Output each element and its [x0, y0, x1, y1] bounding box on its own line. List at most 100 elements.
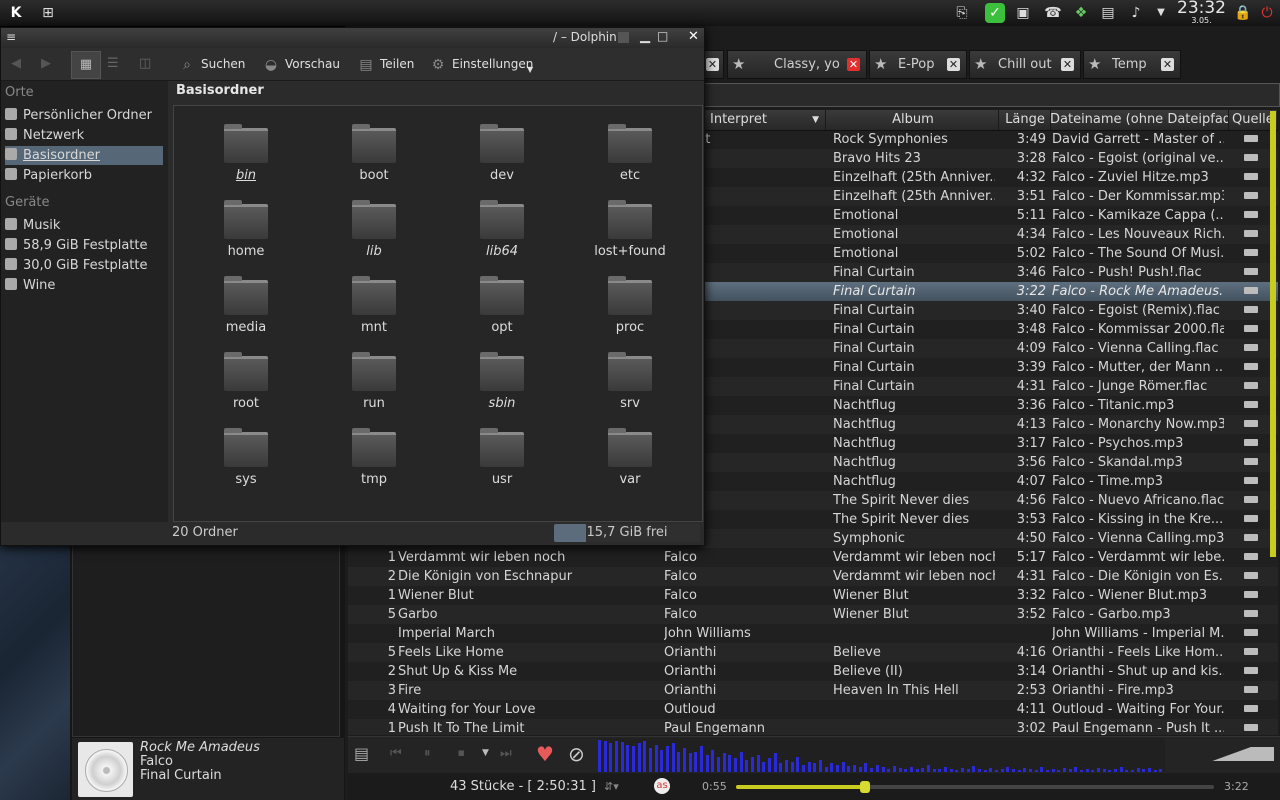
phone-icon[interactable]: ☎ [1043, 3, 1063, 23]
table-row[interactable]: 1 Wiener Blut Falco Wiener Blut 3:32 Falco - … [348, 586, 1278, 605]
device-wine[interactable]: Wine [5, 276, 163, 295]
spectrum-bar [757, 755, 760, 772]
chevron-down-icon[interactable]: ▼ [1151, 3, 1171, 23]
kde-menu-icon[interactable]: K [6, 3, 26, 23]
folder-item[interactable]: mnt [319, 276, 429, 340]
folder-item[interactable]: etc [575, 124, 685, 188]
table-row[interactable]: 1 Verdammt wir leben noch Falco Verdammt wi… [348, 548, 1278, 567]
search-button[interactable]: ⌕ Suchen [179, 48, 245, 80]
place-network[interactable]: Netzwerk [5, 126, 163, 145]
table-row[interactable]: 2 Die Königin von Eschnapur Falco Verdammt … [348, 567, 1278, 586]
place-root[interactable]: Basisordner [5, 146, 163, 165]
playlist-tab-epop[interactable]: ★ E-Pop ✕ [869, 50, 967, 79]
maximize-icon[interactable]: □ [657, 29, 668, 43]
folder-item[interactable]: boot [319, 124, 429, 188]
icons-view-icon[interactable]: ▦ [71, 51, 101, 79]
table-row[interactable]: 5 Garbo Falco Wiener Blut 3:52 Falco - Garbo.… [348, 605, 1278, 624]
dolphin-titlebar[interactable]: ≡ / – Dolphin ▁ □ ✕ [1, 28, 704, 48]
place-trash[interactable]: Papierkorb [5, 166, 163, 185]
volume-slider[interactable] [1174, 747, 1274, 761]
folder-item[interactable]: home [191, 200, 301, 264]
split-view-icon[interactable]: ◫ [139, 56, 151, 71]
table-row[interactable]: 1 Push It To The Limit Paul Engemann 3:02 Pa… [348, 719, 1278, 735]
dropbox-icon[interactable]: ❖ [1071, 3, 1091, 23]
window-list-icon[interactable]: ⊞ [38, 3, 58, 23]
close-icon[interactable]: ✕ [947, 58, 960, 71]
next-icon[interactable]: ⏭ [500, 746, 512, 761]
folder-item[interactable]: root [191, 352, 301, 416]
ban-icon[interactable]: ⊘ [568, 742, 585, 766]
folder-item[interactable]: sys [191, 428, 301, 492]
minimize-icon[interactable]: ▁ [640, 29, 650, 44]
playlist-scrollbar[interactable] [1270, 111, 1276, 557]
folder-item[interactable]: dev [447, 124, 557, 188]
table-row[interactable]: 5 Feels Like Home Orianthi Believe 4:16 Orian… [348, 643, 1278, 662]
close-icon[interactable]: ✕ [847, 58, 860, 71]
folder-item[interactable]: lib [319, 200, 429, 264]
stop-icon[interactable]: ⏹ [458, 746, 465, 761]
place-home[interactable]: Persönlicher Ordner [5, 106, 163, 125]
source-icon [1244, 477, 1258, 484]
folder-item[interactable]: lib64 [447, 200, 557, 264]
folder-item[interactable]: proc [575, 276, 685, 340]
chevron-down-icon[interactable]: ▼ [482, 748, 489, 758]
folder-item[interactable]: media [191, 276, 301, 340]
track-artist: Orianthi [664, 664, 717, 679]
free-space-bar[interactable]: 15,7 GiB frei [554, 524, 700, 542]
previous-icon[interactable]: ⏮ [390, 746, 402, 761]
network-icon[interactable]: ⎘ [952, 3, 972, 23]
close-icon[interactable]: ✕ [706, 58, 719, 71]
keep-above-icon[interactable] [618, 32, 629, 43]
table-row[interactable]: Imperial March John Williams John Williams… [348, 624, 1278, 643]
playlist-tab-classy[interactable]: ★ Classy, yo ✕ [727, 50, 867, 79]
pause-icon[interactable]: ⏸ [424, 746, 431, 761]
seek-handle[interactable] [860, 781, 870, 793]
folder-item[interactable]: usr [447, 428, 557, 492]
update-ok-icon[interactable]: ✓ [985, 3, 1005, 23]
column-filename[interactable]: Dateiname (ohne Dateipfad) [1050, 110, 1229, 130]
close-icon[interactable]: ✕ [1161, 58, 1174, 71]
device-disk-1[interactable]: 58,9 GiB Festplatte [5, 236, 163, 255]
close-icon[interactable]: ✕ [1061, 58, 1074, 71]
window-menu-icon[interactable]: ≡ [6, 30, 16, 44]
volume-icon[interactable]: ♪ [1126, 3, 1146, 23]
folder-item[interactable]: run [319, 352, 429, 416]
folder-item[interactable]: tmp [319, 428, 429, 492]
device-disk-2[interactable]: 30,0 GiB Festplatte [5, 256, 163, 275]
share-button[interactable]: ▤ Teilen [358, 48, 414, 80]
clipboard-icon[interactable]: ▤ [1098, 3, 1118, 23]
lastfm-icon[interactable]: as [654, 778, 670, 794]
power-icon[interactable]: ⏻ [1257, 3, 1277, 23]
love-heart-icon[interactable]: ♥ [536, 742, 554, 766]
forward-icon[interactable]: ▶ [41, 56, 51, 71]
settings-button[interactable]: ⚙ Einstellungen ▼ [430, 48, 534, 80]
close-icon[interactable]: ✕ [688, 29, 699, 44]
back-icon[interactable]: ◀ [11, 56, 21, 71]
playlist-edit-icon[interactable]: ▤ [354, 744, 369, 763]
folder-item[interactable]: srv [575, 352, 685, 416]
folder-item[interactable]: lost+found [575, 200, 685, 264]
table-row[interactable]: 3 Fire Orianthi Heaven In This Hell 2:53 Oria… [348, 681, 1278, 700]
seek-bar[interactable] [736, 781, 1214, 793]
folder-view[interactable]: bin boot dev etc home lib lib64 lost+found media… [173, 105, 703, 522]
folder-item[interactable]: var [575, 428, 685, 492]
album-cover[interactable] [78, 742, 133, 797]
folder-item[interactable]: opt [447, 276, 557, 340]
playback-mode-icon[interactable]: ⇵▾ [604, 780, 619, 793]
column-album[interactable]: Album [828, 110, 999, 130]
folder-item[interactable]: bin [191, 124, 301, 188]
device-notifier-icon[interactable]: ▣ [1013, 3, 1033, 23]
playlist-tab-chillout[interactable]: ★ Chill out ✕ [969, 50, 1081, 79]
device-musik[interactable]: Musik [5, 216, 163, 235]
folder-icon [480, 124, 524, 163]
playlist-filter-input[interactable] [700, 83, 1280, 107]
lock-icon[interactable]: 🔒 [1233, 3, 1253, 23]
column-length[interactable]: Länge [1000, 110, 1051, 130]
table-row[interactable]: 2 Shut Up & Kiss Me Orianthi Believe (II) 3:… [348, 662, 1278, 681]
clock[interactable]: 23:32 3.05. [1177, 0, 1226, 25]
folder-item[interactable]: sbin [447, 352, 557, 416]
playlist-tab-temp[interactable]: ★ Temp ✕ [1083, 50, 1181, 79]
details-view-icon[interactable]: ☰ [107, 56, 119, 71]
table-row[interactable]: 4 Waiting for Your Love Outloud 4:11 Outloud… [348, 700, 1278, 719]
preview-button[interactable]: ◒ Vorschau [263, 48, 340, 80]
